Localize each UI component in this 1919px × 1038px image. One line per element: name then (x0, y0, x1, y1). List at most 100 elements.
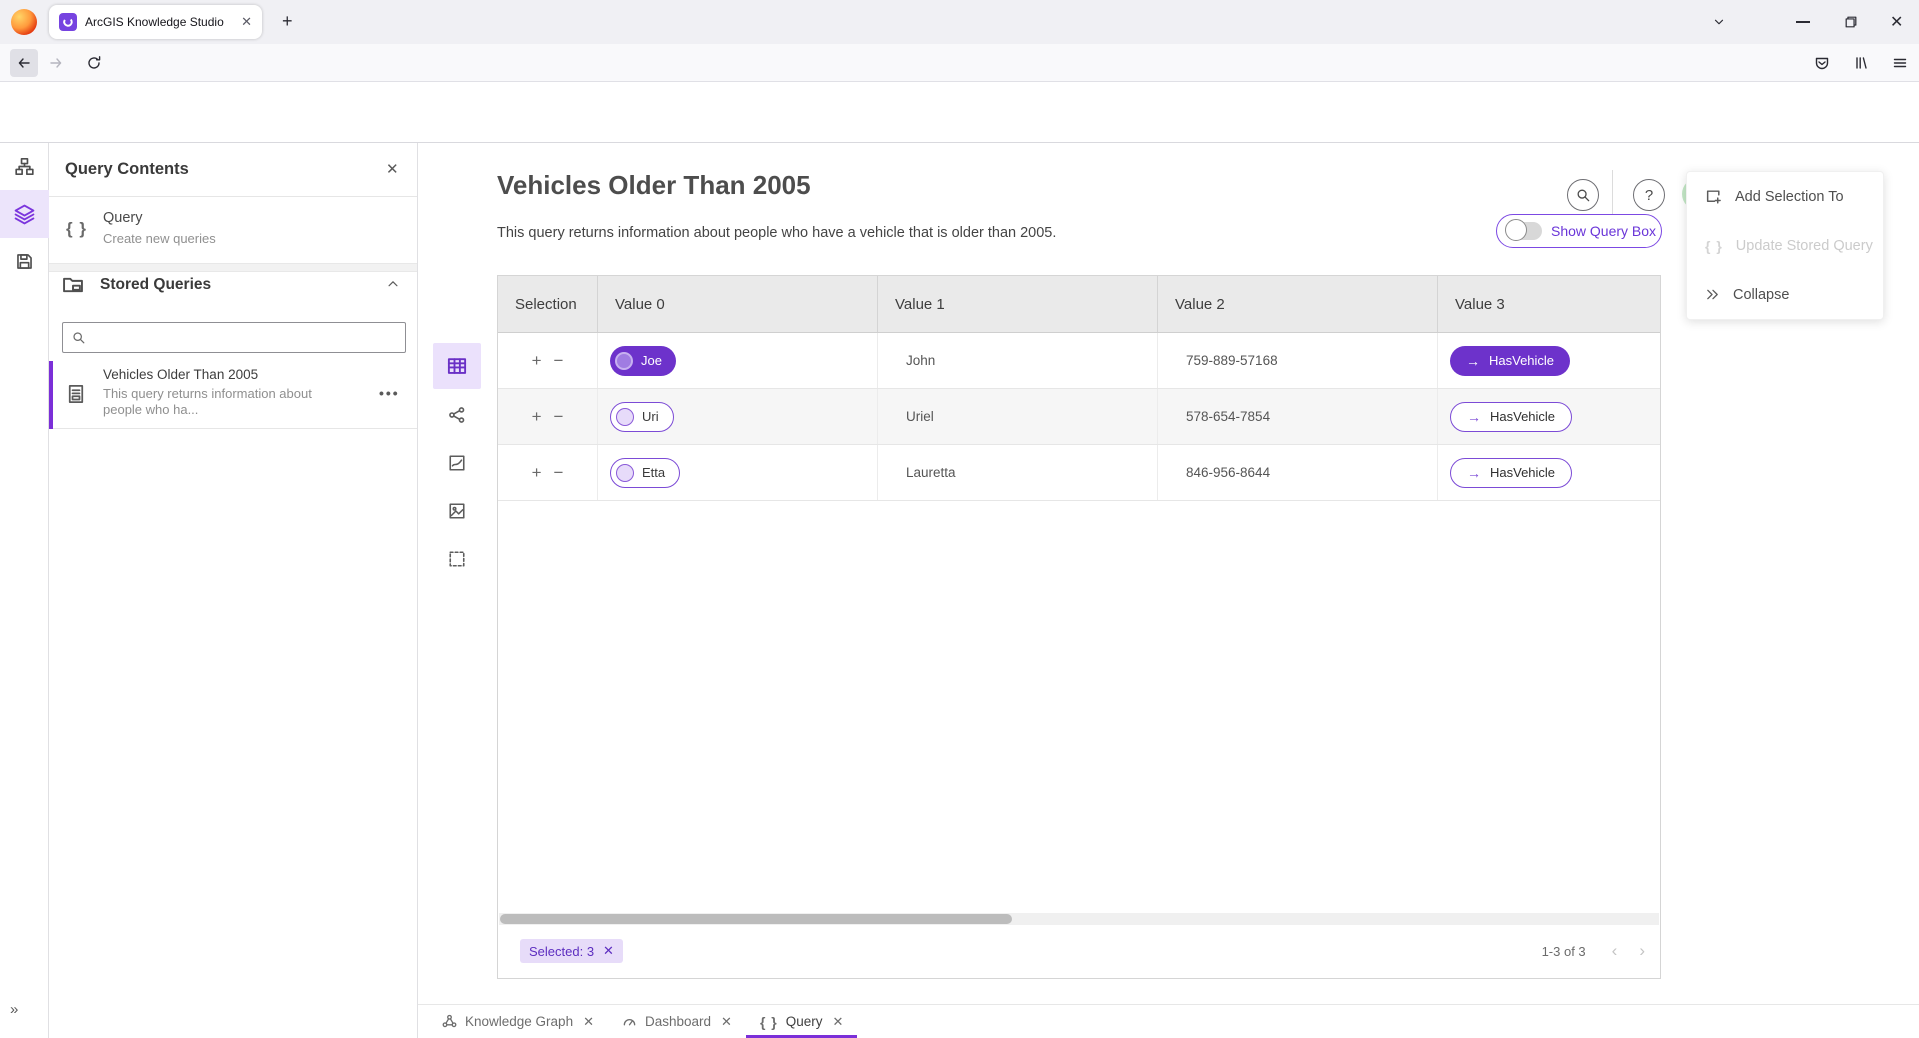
braces-icon: { } (760, 1014, 778, 1030)
relationship-chip[interactable]: →HasVehicle (1450, 346, 1570, 376)
tab-close-icon[interactable]: ✕ (241, 14, 252, 30)
menu-item-collapse[interactable]: Collapse (1687, 270, 1883, 319)
horizontal-scrollbar-thumb[interactable] (500, 914, 1012, 924)
query-card-title: Query (103, 210, 143, 226)
sitemap-icon[interactable] (15, 157, 34, 176)
reload-icon[interactable] (86, 55, 102, 71)
library-icon[interactable] (1853, 55, 1869, 71)
table-view-icon[interactable] (447, 356, 467, 376)
browser-nav-bar: https://dev0028833.esri.com/portal/apps/… (0, 44, 1919, 82)
cell-value: John (878, 353, 935, 368)
remove-from-selection-icon[interactable]: − (554, 408, 564, 425)
select-marquee-icon[interactable] (448, 550, 466, 568)
braces-icon: { } (1705, 238, 1723, 254)
tab-close-icon[interactable]: ✕ (833, 1014, 844, 1030)
column-header-value3[interactable]: Value 3 (1438, 276, 1660, 332)
app-header: Certification Project ? PL publisher2 la… (0, 82, 1919, 143)
restore-window-icon[interactable] (1844, 15, 1858, 29)
results-table: Selection Value 0 Value 1 Value 2 Value … (497, 275, 1661, 979)
add-to-selection-icon[interactable]: + (532, 464, 542, 481)
remove-from-selection-icon[interactable]: − (554, 464, 564, 481)
arrow-right-icon: → (1467, 465, 1481, 481)
expand-panel-icon[interactable]: » (10, 1001, 18, 1018)
remove-from-selection-icon[interactable]: − (554, 352, 564, 369)
braces-icon: { } (66, 219, 87, 239)
clear-selection-icon[interactable]: ✕ (603, 943, 614, 959)
pocket-icon[interactable] (1814, 55, 1830, 71)
app-logo-icon (59, 13, 77, 31)
search-icon (72, 331, 86, 345)
tab-close-icon[interactable]: ✕ (721, 1014, 732, 1030)
map-view-icon[interactable] (448, 502, 466, 520)
add-to-selection-icon[interactable]: + (532, 408, 542, 425)
table-row[interactable]: + − Joe John 759-889-57168 →HasVehicle (498, 333, 1660, 389)
entity-chip[interactable]: Joe (610, 346, 676, 376)
back-icon[interactable] (10, 49, 38, 77)
toggle-label: Show Query Box (1551, 223, 1656, 239)
new-tab-icon[interactable]: + (282, 11, 293, 32)
table-row[interactable]: + − Etta Lauretta 846-956-8644 →HasVehic… (498, 445, 1660, 501)
query-contents-panel: Query Contents ✕ { } Query Create new qu… (49, 143, 418, 1038)
toggle-knob (1505, 219, 1527, 241)
save-icon[interactable] (15, 252, 34, 271)
stored-query-item-desc: This query returns information about peo… (103, 386, 312, 418)
stored-queries-search[interactable] (62, 322, 406, 353)
minimize-icon[interactable] (1796, 21, 1810, 23)
page-title: Vehicles Older Than 2005 (497, 170, 811, 201)
context-menu: Add Selection To { } Update Stored Query… (1686, 171, 1884, 320)
horizontal-scrollbar-track[interactable] (499, 913, 1659, 925)
tab-knowledge-graph[interactable]: Knowledge Graph ✕ (428, 1005, 608, 1038)
dashboard-gauge-icon (622, 1014, 637, 1029)
tab-close-icon[interactable]: ✕ (583, 1014, 594, 1030)
bottom-tab-bar: Knowledge Graph ✕ Dashboard ✕ { } Query … (418, 1004, 1919, 1038)
column-header-value1[interactable]: Value 1 (878, 276, 1158, 332)
layers-icon[interactable] (14, 204, 35, 225)
selected-count-badge[interactable]: Selected: 3 ✕ (520, 939, 623, 963)
tab-query[interactable]: { } Query ✕ (746, 1005, 857, 1038)
menu-hamburger-icon[interactable] (1892, 55, 1908, 71)
list-tabs-chevron-down-icon[interactable] (1712, 15, 1726, 29)
firefox-icon[interactable] (11, 9, 37, 35)
pagination-prev-icon[interactable]: ‹ (1612, 941, 1618, 961)
column-header-selection[interactable]: Selection (498, 276, 598, 332)
browser-tab[interactable]: ArcGIS Knowledge Studio ✕ (49, 5, 262, 39)
entity-chip[interactable]: Uri (610, 402, 674, 432)
toggle-switch[interactable] (1508, 222, 1542, 240)
pagination-next-icon[interactable]: › (1639, 941, 1645, 961)
menu-item-update-stored-query[interactable]: { } Update Stored Query (1687, 221, 1883, 270)
table-row[interactable]: + − Uri Uriel 578-654-7854 →HasVehicle (498, 389, 1660, 445)
stored-queries-search-input[interactable] (93, 329, 396, 346)
relationship-chip[interactable]: →HasVehicle (1450, 402, 1572, 432)
chevron-up-icon[interactable] (386, 277, 400, 291)
show-query-box-toggle[interactable]: Show Query Box (1496, 214, 1662, 248)
document-icon (66, 384, 86, 404)
menu-item-add-selection-to[interactable]: Add Selection To (1687, 172, 1883, 221)
panel-title: Query Contents (65, 160, 189, 179)
table-header-row: Selection Value 0 Value 1 Value 2 Value … (498, 276, 1660, 333)
entity-dot-icon (615, 352, 633, 370)
close-window-icon[interactable]: ✕ (1890, 12, 1903, 32)
link-chart-view-icon[interactable] (448, 406, 466, 424)
cell-value: 759-889-57168 (1158, 353, 1278, 368)
page-description: This query returns information about peo… (497, 225, 1056, 241)
item-options-icon[interactable]: ••• (379, 385, 400, 401)
chart-view-icon[interactable] (448, 454, 466, 472)
relationship-chip[interactable]: →HasVehicle (1450, 458, 1572, 488)
help-button[interactable]: ? (1633, 179, 1665, 211)
query-card[interactable]: { } Query Create new queries (49, 197, 417, 263)
tab-dashboard[interactable]: Dashboard ✕ (608, 1005, 746, 1038)
folder-icon (62, 274, 84, 296)
entity-chip[interactable]: Etta (610, 458, 680, 488)
header-divider (1612, 170, 1613, 218)
table-footer: Selected: 3 ✕ 1-3 of 3 ‹ › (499, 925, 1659, 977)
column-header-value2[interactable]: Value 2 (1158, 276, 1438, 332)
forward-icon[interactable] (48, 55, 64, 71)
search-button[interactable] (1567, 179, 1599, 211)
panel-close-icon[interactable]: ✕ (386, 160, 399, 178)
column-header-value0[interactable]: Value 0 (598, 276, 878, 332)
selected-indicator (49, 361, 53, 429)
range-label: 1-3 of 3 (1542, 944, 1586, 959)
arrow-right-icon: → (1466, 353, 1480, 369)
add-to-selection-icon[interactable]: + (532, 352, 542, 369)
stored-query-item[interactable]: Vehicles Older Than 2005 This query retu… (49, 361, 417, 429)
